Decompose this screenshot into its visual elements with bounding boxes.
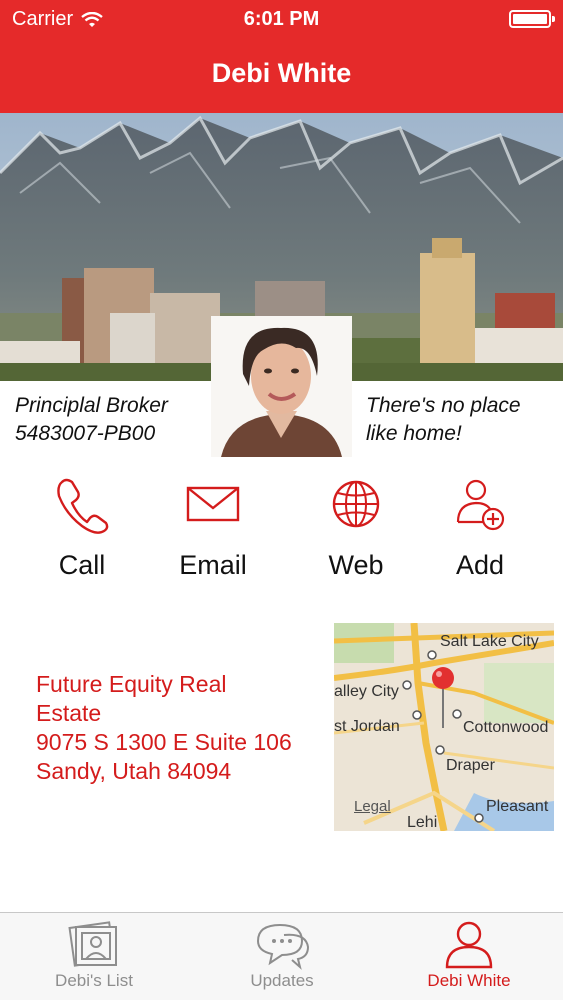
tab-label: Debi White (427, 971, 511, 990)
tagline-line-1: There's no place (366, 394, 521, 417)
tab-bar: Debi's List Updates Debi White (0, 912, 563, 1000)
envelope-icon (186, 486, 240, 522)
map-label-salt-lake-city: Salt Lake City (440, 633, 539, 650)
location-map[interactable]: Salt Lake City alley City st Jordan Cott… (334, 623, 554, 831)
company-name-line-1: Future Equity Real (36, 671, 227, 697)
license-number: 5483007-PB00 (15, 422, 156, 445)
tab-debi-white[interactable]: Debi White (375, 913, 563, 1000)
tab-label: Updates (250, 971, 314, 990)
email-label: Email (179, 550, 247, 580)
globe-icon (332, 480, 380, 528)
street-address: 9075 S 1300 E Suite 106 (36, 729, 292, 755)
add-contact-icon (456, 479, 505, 531)
call-button[interactable]: Call (22, 474, 142, 584)
company-name-line-2: Estate (36, 700, 102, 726)
web-button[interactable]: Web (296, 474, 416, 584)
page-title: Debi White (211, 58, 352, 88)
map-legal-link[interactable]: Legal (354, 798, 391, 815)
web-label: Web (328, 550, 384, 580)
tab-debis-list[interactable]: Debi's List (0, 913, 188, 1000)
contact-actions: Call Email Web Add (0, 474, 563, 584)
photo-stack-icon (68, 921, 117, 967)
map-label-west-jordan: st Jordan (334, 718, 400, 735)
status-bar: Carrier 6:01 PM (0, 0, 563, 38)
city-state-zip: Sandy, Utah 84094 (36, 758, 232, 784)
office-address[interactable]: Future Equity Real Estate 9075 S 1300 E … (36, 670, 292, 786)
call-label: Call (58, 550, 106, 580)
battery-icon (509, 10, 555, 28)
person-icon (445, 921, 493, 969)
phone-icon (57, 478, 109, 534)
tab-updates[interactable]: Updates (188, 913, 376, 1000)
tagline-line-2: like home! (366, 422, 462, 445)
tagline: There's no place like home! (366, 392, 521, 448)
status-time: 6:01 PM (243, 8, 320, 30)
chat-bubbles-icon (256, 923, 310, 970)
add-label: Add (455, 550, 505, 580)
map-label-draper: Draper (446, 757, 495, 774)
map-label-lehi: Lehi (407, 814, 438, 831)
email-button[interactable]: Email (153, 474, 273, 584)
map-label-valley-city: alley City (334, 683, 399, 700)
map-label-pleasant: Pleasant (486, 798, 549, 815)
broker-title: Principlal Broker (15, 394, 168, 417)
avatar (211, 316, 352, 457)
broker-info: Principlal Broker 5483007-PB00 (15, 392, 168, 448)
navigation-header: Carrier 6:01 PM Debi White (0, 0, 563, 113)
add-contact-button[interactable]: Add (420, 474, 540, 584)
tab-label: Debi's List (55, 971, 133, 990)
map-label-cottonwood: Cottonwood (463, 719, 549, 736)
